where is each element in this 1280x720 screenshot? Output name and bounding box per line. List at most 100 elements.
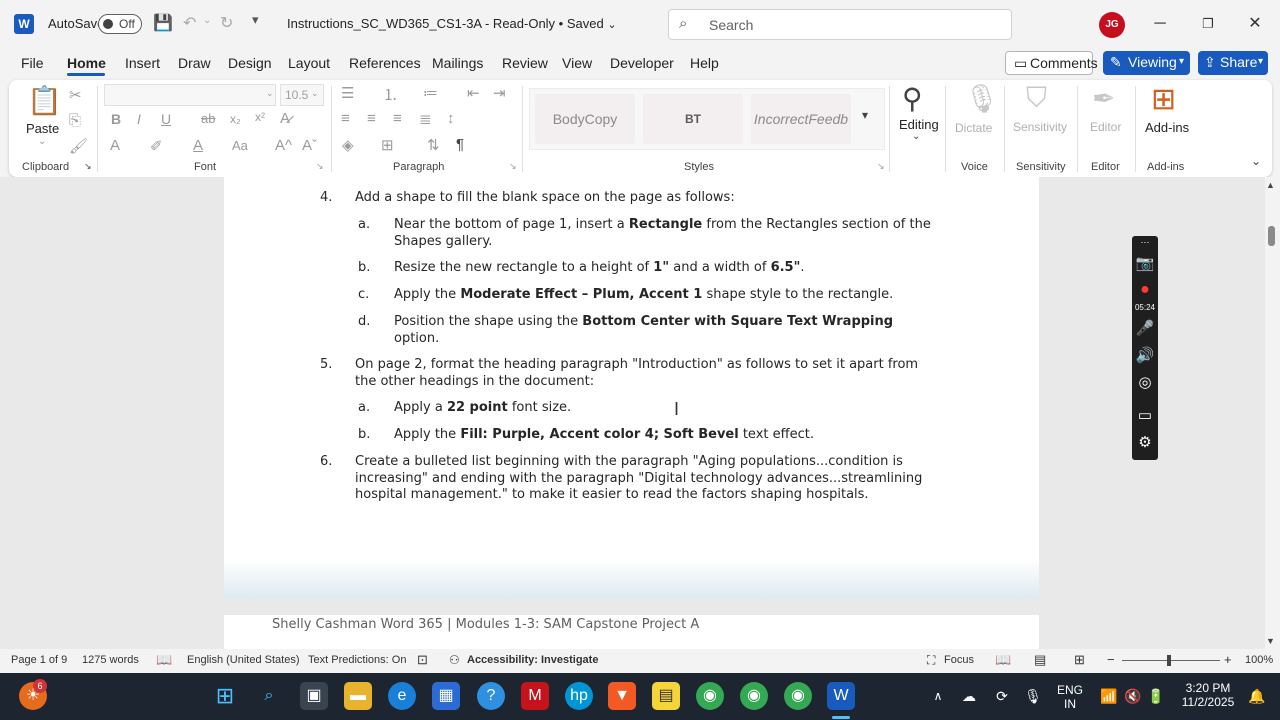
microphone-icon[interactable]: 🎤: [1132, 319, 1158, 337]
dialog-launcher-icon[interactable]: ↘: [509, 161, 517, 172]
find-icon[interactable]: ⚲: [902, 82, 923, 115]
sync-icon[interactable]: ⟳: [988, 682, 1016, 710]
tab-review[interactable]: Review: [502, 55, 548, 71]
avatar[interactable]: JG: [1099, 12, 1125, 38]
numbering-icon[interactable]: ⒈: [383, 84, 398, 105]
page-count[interactable]: Page 1 of 9: [11, 654, 67, 666]
editor-label[interactable]: Editor: [1090, 120, 1121, 134]
sticky-notes-icon[interactable]: ▤: [652, 682, 680, 710]
tab-help[interactable]: Help: [690, 55, 719, 71]
scrollbar-thumb[interactable]: [1268, 226, 1275, 246]
microphone-icon[interactable]: 🎙: [1019, 682, 1047, 710]
close-button[interactable]: ✕: [1240, 10, 1270, 38]
increase-indent-icon[interactable]: ⇥: [493, 84, 506, 102]
chrome-icon[interactable]: ◉: [696, 682, 724, 710]
zoom-in-icon[interactable]: +: [1224, 652, 1232, 667]
shrink-font-icon[interactable]: Aˇ: [302, 137, 317, 154]
print-layout-icon[interactable]: ▤: [1034, 652, 1046, 668]
document-page[interactable]: 4. Add a shape to fill the blank space o…: [224, 177, 1039, 599]
chevron-down-icon[interactable]: ⌄: [266, 88, 274, 99]
dialog-launcher-icon[interactable]: ↘: [877, 161, 885, 172]
editing-label[interactable]: Editing: [899, 117, 939, 132]
tab-design[interactable]: Design: [228, 55, 272, 71]
tab-developer[interactable]: Developer: [610, 55, 674, 71]
grow-font-icon[interactable]: A^: [275, 137, 292, 154]
borders-icon[interactable]: ⊞: [381, 136, 394, 154]
sensitivity-label[interactable]: Sensitivity: [1013, 120, 1067, 134]
read-mode-icon[interactable]: 📖: [995, 652, 1011, 668]
paste-label[interactable]: Paste: [26, 121, 59, 136]
search-icon[interactable]: ⌕: [255, 682, 283, 710]
dictate-label[interactable]: Dictate: [955, 121, 992, 135]
zoom-slider[interactable]: [1122, 660, 1220, 661]
microphone-icon[interactable]: 🎙: [964, 82, 1000, 115]
chrome-profile-2-icon[interactable]: ◉: [784, 682, 812, 710]
redo-icon[interactable]: ↻: [220, 13, 233, 33]
editor-pen-icon[interactable]: ✒: [1092, 82, 1115, 115]
tab-insert[interactable]: Insert: [125, 55, 160, 71]
show-formatting-icon[interactable]: ¶: [456, 136, 464, 153]
clock[interactable]: 3:20 PM 11/2/2025: [1175, 681, 1241, 709]
accessibility-status[interactable]: Accessibility: Investigate: [467, 654, 598, 666]
shading-icon[interactable]: ◈: [342, 136, 354, 154]
tab-home[interactable]: Home: [67, 55, 106, 71]
brave-browser-icon[interactable]: ▼: [608, 682, 636, 710]
proofing-icon[interactable]: 📖: [156, 652, 172, 668]
decrease-indent-icon[interactable]: ⇤: [467, 84, 480, 102]
viewing-mode-button[interactable]: ✎ Viewing ▾: [1103, 51, 1190, 75]
strikethrough-icon[interactable]: ab: [201, 111, 215, 126]
word-count[interactable]: 1275 words: [82, 654, 139, 666]
align-right-icon[interactable]: ≡: [393, 110, 402, 127]
subscript-icon[interactable]: x₂: [230, 112, 241, 126]
format-painter-icon[interactable]: 🖌: [69, 137, 88, 155]
macro-icon[interactable]: ⊡: [417, 652, 428, 668]
undo-icon[interactable]: ↶: [183, 13, 196, 33]
word-taskbar-icon[interactable]: W: [827, 682, 855, 710]
camera-icon[interactable]: 📷: [1132, 254, 1158, 272]
language-indicator[interactable]: ENG IN: [1053, 683, 1087, 711]
cut-icon[interactable]: ✂: [69, 86, 82, 104]
line-spacing-icon[interactable]: ↕: [447, 110, 455, 127]
highlight-icon[interactable]: ✐: [150, 137, 163, 155]
text-effects-icon[interactable]: A: [110, 137, 120, 154]
windows-start-icon[interactable]: ⊞: [211, 682, 239, 710]
scroll-up-icon[interactable]: ▲: [1266, 180, 1275, 190]
bold-icon[interactable]: B: [111, 111, 121, 127]
tab-file[interactable]: File: [21, 55, 44, 71]
comments-button[interactable]: ▭ Comments: [1005, 51, 1098, 75]
more-options-icon[interactable]: ⋯: [1132, 237, 1158, 248]
style-incorrectfeedback[interactable]: IncorrectFeedb: [751, 94, 851, 144]
speaker-icon[interactable]: 🔊: [1132, 346, 1158, 364]
restore-button[interactable]: ❐: [1193, 10, 1223, 38]
superscript-icon[interactable]: x²: [255, 110, 265, 124]
style-bt[interactable]: BT: [643, 94, 743, 144]
minimize-button[interactable]: ─: [1145, 10, 1175, 38]
tab-draw[interactable]: Draw: [178, 55, 211, 71]
justify-icon[interactable]: ≣: [419, 110, 432, 128]
webcam-off-icon[interactable]: ◎: [1132, 373, 1158, 391]
notification-bell-icon[interactable]: 🔔: [1243, 682, 1271, 710]
font-name-box[interactable]: [104, 84, 276, 106]
store-icon[interactable]: ▦: [432, 682, 460, 710]
addins-grid-icon[interactable]: ⊞: [1151, 82, 1176, 117]
font-color-icon[interactable]: A: [193, 137, 203, 154]
document-title[interactable]: Instructions_SC_WD365_CS1-3A - Read-Only…: [287, 16, 617, 31]
copy-icon[interactable]: ⎘: [69, 112, 81, 129]
chrome-profile-icon[interactable]: ◉: [740, 682, 768, 710]
gear-icon[interactable]: ⚙: [1132, 433, 1158, 451]
addins-label[interactable]: Add-ins: [1145, 120, 1189, 135]
record-icon[interactable]: ●: [1132, 281, 1158, 299]
mcafee-icon[interactable]: M: [521, 682, 549, 710]
zoom-level[interactable]: 100%: [1245, 654, 1273, 666]
document-page-2[interactable]: Shelly Cashman Word 365 | Modules 1-3: S…: [224, 615, 1039, 649]
clipboard-icon[interactable]: 📋: [27, 84, 62, 117]
bullets-icon[interactable]: ☰: [341, 84, 354, 102]
sensitivity-icon[interactable]: ⛉: [1026, 82, 1047, 115]
collapse-ribbon-icon[interactable]: ⌄: [1251, 154, 1261, 168]
language-status[interactable]: English (United States): [187, 654, 300, 666]
tab-view[interactable]: View: [562, 55, 592, 71]
chevron-down-icon[interactable]: ⌄: [38, 136, 46, 147]
dialog-launcher-icon[interactable]: ↘: [316, 161, 324, 172]
web-layout-icon[interactable]: ⊞: [1074, 652, 1085, 668]
chevron-down-icon[interactable]: ⌄: [912, 131, 920, 142]
